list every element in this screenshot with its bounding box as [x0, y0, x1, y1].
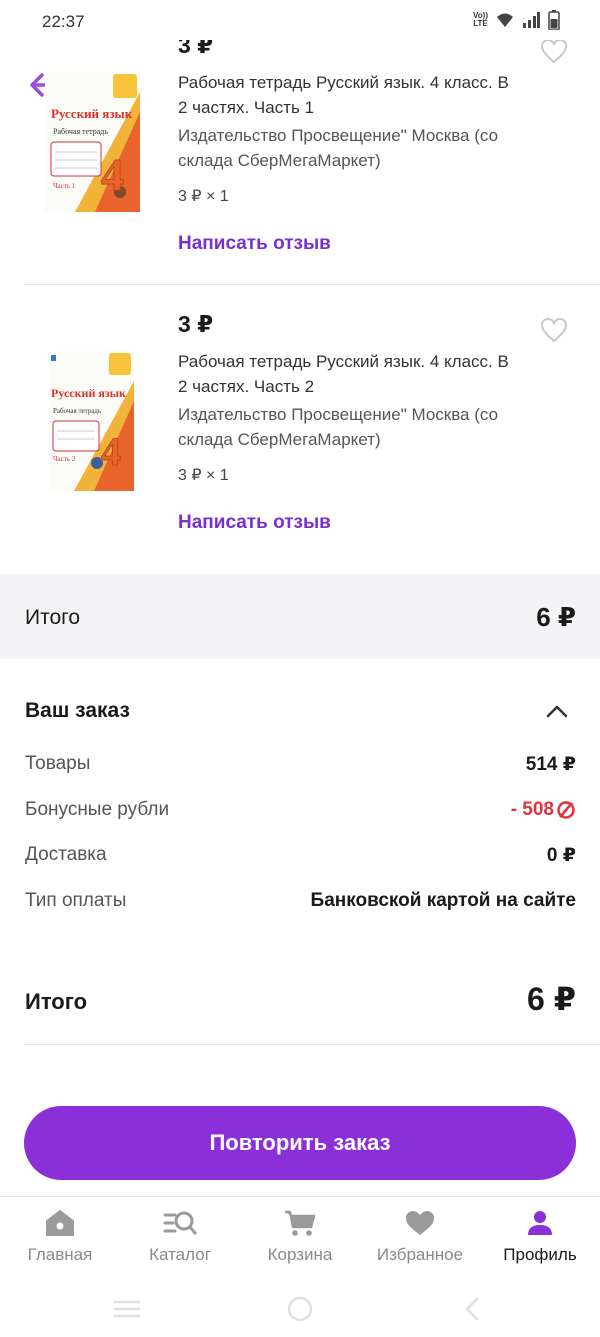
write-review-link[interactable]: Написать отзыв — [178, 512, 331, 534]
recent-apps-icon[interactable] — [112, 1298, 142, 1320]
product-quantity: 3 ₽ × 1 — [178, 467, 229, 484]
summary-label: Бонусные рубли — [25, 799, 170, 820]
nav-item-profile[interactable]: Профиль — [480, 1209, 600, 1265]
profile-icon — [528, 1211, 552, 1235]
divider — [24, 284, 600, 285]
cover-part: Часть 1 — [53, 182, 76, 190]
cover-subtitle: Рабочая тетрадь — [53, 407, 101, 415]
cover-title: Русский язык — [51, 386, 126, 400]
cover-title: Русский язык — [51, 106, 133, 121]
repeat-order-button[interactable]: Повторить заказ — [24, 1106, 576, 1180]
summary-value: - 508 — [510, 799, 554, 820]
product-price: 3 ₽ — [178, 311, 214, 337]
summary-label: Тип оплаты — [25, 890, 127, 911]
divider — [24, 1044, 600, 1045]
product-publisher: Издательство Просвещение" Москва (со скл… — [178, 126, 499, 170]
items-total-band: Итого 6 ₽ — [0, 574, 600, 659]
items-total-label: Итого — [25, 606, 81, 629]
nav-item-cart[interactable]: Корзина — [240, 1209, 360, 1265]
bottom-navigation: Главная Каталог Корзина Избранное Профил… — [0, 1196, 600, 1286]
wifi-icon — [497, 13, 513, 27]
product-cover-image[interactable]: Русский язык Рабочая тетрадь Часть 1 4 — [45, 72, 140, 212]
product-title[interactable]: Рабочая тетрадь Русский язык. 4 класс. В… — [178, 349, 518, 399]
items-total-value: 6 ₽ — [536, 602, 576, 632]
home-circle-icon[interactable] — [286, 1295, 314, 1323]
nav-label: Корзина — [267, 1245, 333, 1264]
bonus-ruble-icon — [557, 801, 575, 819]
nav-item-favorites[interactable]: Избранное — [360, 1209, 480, 1265]
cover-number: 4 — [101, 429, 121, 474]
system-navigation-bar — [0, 1286, 600, 1337]
order-summary-heading: Ваш заказ — [25, 699, 130, 722]
cover-part: Часть 2 — [53, 455, 76, 463]
nav-label: Профиль — [503, 1245, 577, 1264]
chevron-up-icon[interactable] — [545, 703, 569, 719]
favorite-heart-icon[interactable] — [540, 317, 568, 343]
nav-item-catalog[interactable]: Каталог — [120, 1209, 240, 1265]
status-icons: Vo)) LTE — [473, 10, 560, 30]
summary-label: Товары — [25, 753, 91, 774]
grand-total-label: Итого — [25, 989, 88, 1014]
heart-icon — [406, 1211, 434, 1235]
favorite-heart-icon[interactable] — [540, 38, 568, 64]
home-icon — [46, 1210, 74, 1236]
nav-label: Каталог — [149, 1245, 211, 1264]
product-quantity: 3 ₽ × 1 — [178, 188, 229, 205]
cover-number: 4 — [101, 149, 124, 200]
nav-label: Избранное — [376, 1245, 464, 1264]
write-review-link[interactable]: Написать отзыв — [178, 233, 331, 255]
nav-item-home[interactable]: Главная — [0, 1209, 120, 1265]
volte-indicator: Vo)) LTE — [473, 11, 488, 28]
summary-value: 0 ₽ — [546, 845, 576, 866]
status-bar: 22:37 Vo)) LTE — [0, 0, 600, 40]
back-icon[interactable] — [462, 1296, 482, 1322]
signal-icon — [523, 12, 540, 28]
battery-icon — [548, 10, 560, 30]
status-time: 22:37 — [42, 12, 85, 31]
product-cover-image[interactable]: Русский язык Рабочая тетрадь Часть 2 4 — [49, 351, 134, 491]
grand-total-value: 6 ₽ — [527, 981, 576, 1017]
product-title[interactable]: Рабочая тетрадь Русский язык. 4 класс. В… — [178, 70, 518, 120]
product-publisher: Издательство Просвещение" Москва (со скл… — [178, 405, 499, 449]
cart-icon — [285, 1210, 316, 1236]
cover-subtitle: Рабочая тетрадь — [53, 127, 108, 136]
catalog-search-icon — [163, 1211, 197, 1235]
summary-value: 514 ₽ — [525, 754, 576, 775]
summary-label: Доставка — [25, 844, 107, 865]
summary-value: Банковской картой на сайте — [310, 890, 576, 911]
nav-label: Главная — [27, 1245, 93, 1264]
